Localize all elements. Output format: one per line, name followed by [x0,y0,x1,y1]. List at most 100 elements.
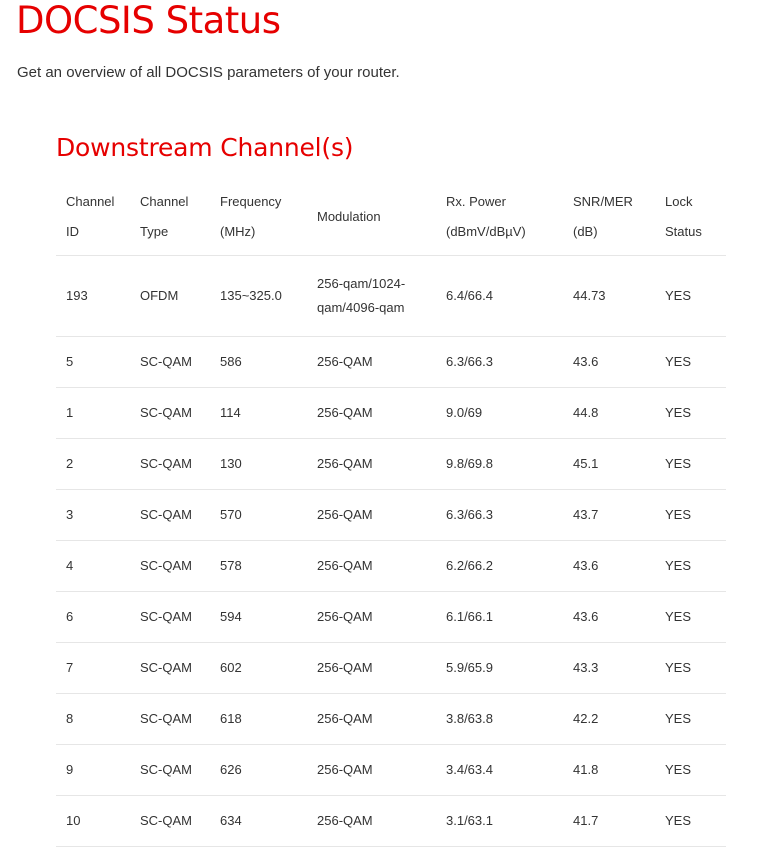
cell-rx-power: 9.0/69 [436,387,563,439]
column-header-line: Type [140,223,169,239]
page-subtitle: Get an overview of all DOCSIS parameters… [17,64,400,81]
cell-snr-mer: 42.2 [563,693,655,745]
column-header-line: (dB) [573,223,598,239]
cell-channel-type: SC-QAM [130,693,210,745]
cell-channel-type: SC-QAM [130,642,210,694]
cell-modulation: 256-QAM [307,540,436,592]
cell-modulation: 256-QAM [307,489,436,541]
cell-lock-status: YES [655,255,726,337]
cell-snr-mer: 44.73 [563,255,655,337]
table-row: 4 SC-QAM 578 256-QAM 6.2/66.2 43.6 YES [56,540,726,592]
cell-lock-status: YES [655,336,726,388]
table-row: 6 SC-QAM 594 256-QAM 6.1/66.1 43.6 YES [56,591,726,643]
cell-channel-type: SC-QAM [130,489,210,541]
column-header-line: (MHz) [220,223,256,239]
cell-snr-mer: 43.6 [563,591,655,643]
column-header-channel-type: Channel Type [130,178,210,256]
table-row: 1 SC-QAM 114 256-QAM 9.0/69 44.8 YES [56,387,726,439]
cell-frequency: 578 [210,540,307,592]
cell-rx-power: 6.1/66.1 [436,591,563,643]
cell-rx-power: 6.3/66.3 [436,489,563,541]
cell-channel-type: SC-QAM [130,438,210,490]
cell-snr-mer: 45.1 [563,438,655,490]
cell-channel-type: SC-QAM [130,795,210,847]
cell-frequency: 114 [210,387,307,439]
table-row: 9 SC-QAM 626 256-QAM 3.4/63.4 41.8 YES [56,744,726,796]
cell-lock-status: YES [655,540,726,592]
cell-channel-id: 5 [56,336,130,388]
cell-channel-id: 8 [56,693,130,745]
downstream-channels-table: Channel ID Channel Type Frequency (MHz) … [56,178,726,847]
column-header-line: SNR/MER [573,193,633,209]
cell-frequency: 586 [210,336,307,388]
cell-frequency: 602 [210,642,307,694]
cell-channel-type: SC-QAM [130,387,210,439]
cell-channel-type: SC-QAM [130,591,210,643]
table-header-row: Channel ID Channel Type Frequency (MHz) … [56,178,726,256]
cell-lock-status: YES [655,489,726,541]
cell-rx-power: 3.8/63.8 [436,693,563,745]
cell-channel-id: 6 [56,591,130,643]
cell-modulation: 256-QAM [307,642,436,694]
cell-modulation: 256-QAM [307,744,436,796]
column-header-line: Rx. Power [446,193,506,209]
cell-channel-id: 9 [56,744,130,796]
cell-channel-type: OFDM [130,255,210,337]
cell-rx-power: 3.1/63.1 [436,795,563,847]
cell-rx-power: 6.3/66.3 [436,336,563,388]
cell-modulation: 256-QAM [307,693,436,745]
downstream-section-title: Downstream Channel(s) [56,133,354,162]
cell-lock-status: YES [655,387,726,439]
table-row: 10 SC-QAM 634 256-QAM 3.1/63.1 41.7 YES [56,795,726,847]
cell-snr-mer: 41.8 [563,744,655,796]
cell-lock-status: YES [655,744,726,796]
cell-rx-power: 3.4/63.4 [436,744,563,796]
table-row: 193 OFDM 135~325.0 256-qam/1024-qam/4096… [56,255,726,337]
cell-lock-status: YES [655,591,726,643]
cell-frequency: 135~325.0 [210,255,307,337]
column-header-channel-id: Channel ID [56,178,130,256]
cell-channel-id: 2 [56,438,130,490]
cell-frequency: 626 [210,744,307,796]
column-header-line: (dBmV/dBµV) [446,223,526,239]
cell-modulation: 256-QAM [307,387,436,439]
cell-modulation: 256-QAM [307,336,436,388]
cell-channel-id: 193 [56,255,130,337]
cell-snr-mer: 41.7 [563,795,655,847]
table-row: 8 SC-QAM 618 256-QAM 3.8/63.8 42.2 YES [56,693,726,745]
cell-channel-id: 3 [56,489,130,541]
cell-frequency: 618 [210,693,307,745]
column-header-rx-power: Rx. Power (dBmV/dBµV) [436,178,563,256]
cell-snr-mer: 43.6 [563,336,655,388]
cell-lock-status: YES [655,795,726,847]
column-header-frequency: Frequency (MHz) [210,178,307,256]
cell-modulation: 256-QAM [307,795,436,847]
cell-snr-mer: 44.8 [563,387,655,439]
column-header-line: Channel [140,193,189,209]
cell-frequency: 594 [210,591,307,643]
cell-channel-type: SC-QAM [130,540,210,592]
cell-channel-id: 10 [56,795,130,847]
page-title: DOCSIS Status [16,0,281,42]
cell-snr-mer: 43.7 [563,489,655,541]
cell-channel-type: SC-QAM [130,744,210,796]
cell-frequency: 634 [210,795,307,847]
table-row: 7 SC-QAM 602 256-QAM 5.9/65.9 43.3 YES [56,642,726,694]
table-row: 5 SC-QAM 586 256-QAM 6.3/66.3 43.6 YES [56,336,726,388]
column-header-line: Frequency [220,193,282,209]
cell-modulation: 256-QAM [307,438,436,490]
cell-rx-power: 6.2/66.2 [436,540,563,592]
cell-modulation: 256-QAM [307,591,436,643]
column-header-line: Status [665,223,702,239]
cell-channel-id: 4 [56,540,130,592]
cell-frequency: 570 [210,489,307,541]
cell-snr-mer: 43.3 [563,642,655,694]
cell-modulation: 256-qam/1024-qam/4096-qam [307,255,436,337]
table-row: 2 SC-QAM 130 256-QAM 9.8/69.8 45.1 YES [56,438,726,490]
cell-snr-mer: 43.6 [563,540,655,592]
cell-lock-status: YES [655,693,726,745]
column-header-line: Channel [66,193,115,209]
column-header-line: Lock [665,193,693,209]
cell-channel-id: 7 [56,642,130,694]
cell-frequency: 130 [210,438,307,490]
